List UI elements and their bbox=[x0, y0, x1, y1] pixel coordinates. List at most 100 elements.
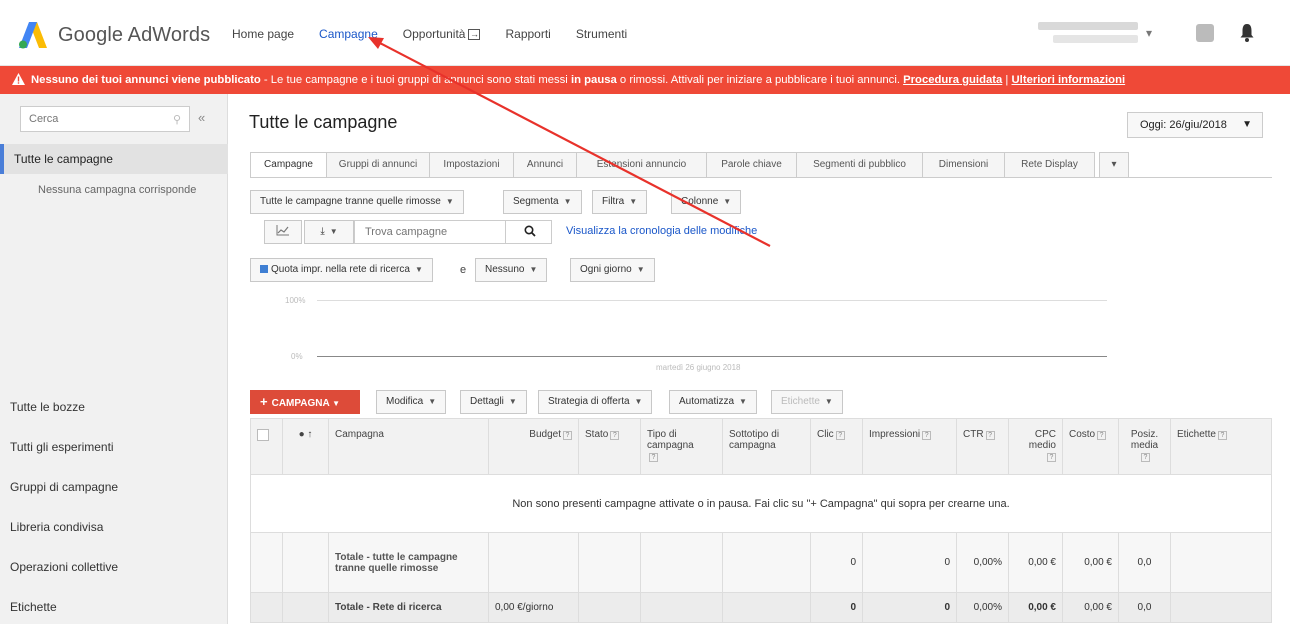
segment-dropdown[interactable]: Segmenta ▼ bbox=[503, 190, 582, 214]
tab-dimensions[interactable]: Dimensioni bbox=[923, 152, 1005, 178]
search-icon bbox=[523, 225, 536, 237]
metric-conjunction: e bbox=[460, 264, 467, 276]
adwords-logo[interactable]: Google AdWords bbox=[18, 20, 210, 50]
tab-settings[interactable]: Impostazioni bbox=[430, 152, 514, 178]
col-campaign-subtype[interactable]: Sottotipo di campagna bbox=[722, 418, 811, 475]
tab-ad-extensions[interactable]: Estensioni annuncio bbox=[577, 152, 707, 178]
view-tabs: Campagne Gruppi di annunci Impostazioni … bbox=[250, 152, 1129, 178]
col-campaign[interactable]: Campagna bbox=[328, 418, 489, 475]
metric2-label: Nessuno bbox=[485, 264, 525, 275]
total-cell-empty bbox=[250, 592, 283, 623]
more-info-link[interactable]: Ulteriori informazioni bbox=[1012, 74, 1126, 86]
select-all-cell bbox=[250, 418, 283, 475]
col-clicks[interactable]: Clic? bbox=[810, 418, 863, 475]
metric1-dropdown[interactable]: Quota impr. nella rete di ricerca ▼ bbox=[250, 258, 433, 282]
nav-opportunita[interactable]: Opportunità → bbox=[403, 27, 481, 41]
find-search-button[interactable] bbox=[505, 220, 553, 244]
help-icon[interactable]: ? bbox=[1097, 431, 1107, 440]
nav-strumenti[interactable]: Strumenti bbox=[576, 27, 627, 41]
tab-campagne[interactable]: Campagne bbox=[250, 152, 327, 178]
top-nav: Home page Campagne Opportunità → Rapporti… bbox=[232, 27, 652, 41]
help-icon[interactable]: ? bbox=[922, 431, 932, 440]
total-label: Totale - tutte le campagne tranne quelle… bbox=[328, 532, 489, 593]
granularity-dropdown[interactable]: Ogni giorno ▼ bbox=[570, 258, 655, 282]
col-labels[interactable]: Etichette? bbox=[1170, 418, 1272, 475]
status-filter-dropdown[interactable]: Tutte le campagne tranne quelle rimosse ▼ bbox=[250, 190, 464, 214]
sidebar-item-bulk-operations[interactable]: Operazioni collettive bbox=[10, 560, 118, 574]
notification-bell-icon[interactable] bbox=[1240, 22, 1254, 42]
sidebar-search-input[interactable] bbox=[21, 107, 151, 131]
settings-gear-icon[interactable] bbox=[1196, 24, 1214, 42]
sidebar-item-campaign-groups[interactable]: Gruppi di campagne bbox=[10, 480, 118, 494]
col-ctr[interactable]: CTR? bbox=[956, 418, 1009, 475]
chevron-down-icon: ▼ bbox=[636, 265, 645, 274]
sidebar-item-labels[interactable]: Etichette bbox=[10, 600, 57, 614]
nav-campagne-label: Campagne bbox=[319, 27, 378, 41]
tab-more-button[interactable]: ▾ bbox=[1099, 152, 1129, 178]
total-search-clicks: 0 bbox=[810, 592, 863, 623]
chart-toggle-button[interactable] bbox=[264, 220, 302, 244]
sidebar-item-drafts[interactable]: Tutte le bozze bbox=[10, 400, 85, 414]
sidebar-item-shared-library[interactable]: Libreria condivisa bbox=[10, 520, 103, 534]
guided-procedure-link[interactable]: Procedura guidata bbox=[903, 74, 1002, 86]
col-avg-position[interactable]: Posiz. media? bbox=[1118, 418, 1171, 475]
total-subtype bbox=[722, 532, 811, 593]
help-icon[interactable]: ? bbox=[1141, 453, 1150, 462]
account-selector[interactable]: ▾ bbox=[1038, 20, 1158, 46]
col-avg-cpc-label: CPC medio bbox=[1028, 429, 1056, 451]
automate-label: Automatizza bbox=[679, 396, 735, 407]
chevron-down-icon: ▼ bbox=[529, 265, 538, 274]
nav-opportunita-label: Opportunità bbox=[402, 27, 466, 41]
tab-ad-groups[interactable]: Gruppi di annunci bbox=[327, 152, 430, 178]
chevron-down-icon: ▼ bbox=[329, 227, 338, 236]
details-dropdown[interactable]: Dettagli ▼ bbox=[460, 390, 527, 414]
nav-home[interactable]: Home page bbox=[232, 27, 294, 41]
help-icon[interactable]: ? bbox=[1047, 453, 1056, 462]
filter-dropdown[interactable]: Filtra ▼ bbox=[592, 190, 648, 214]
total-search-status bbox=[578, 592, 641, 623]
download-button[interactable]: ⤓ ▼ bbox=[304, 220, 354, 244]
banner-text-1: - Le tue campagne e i tuoi gruppi di ann… bbox=[260, 74, 571, 86]
change-history-link[interactable]: Visualizza la cronologia delle modifiche bbox=[566, 225, 757, 237]
total-search-ctr: 0,00% bbox=[956, 592, 1009, 623]
bid-strategy-dropdown[interactable]: Strategia di offerta ▼ bbox=[538, 390, 653, 414]
col-impressions[interactable]: Impressioni? bbox=[862, 418, 957, 475]
help-icon[interactable]: ? bbox=[649, 453, 658, 462]
total-budget bbox=[488, 532, 579, 593]
sidebar-item-all-campaigns[interactable]: Tutte le campagne bbox=[0, 144, 228, 174]
plus-icon: + bbox=[260, 394, 268, 409]
select-all-checkbox[interactable] bbox=[257, 429, 269, 441]
col-status[interactable]: Stato? bbox=[578, 418, 641, 475]
help-icon[interactable]: ? bbox=[835, 431, 845, 440]
tab-ads[interactable]: Annunci bbox=[514, 152, 577, 178]
col-avg-cpc[interactable]: CPC medio? bbox=[1008, 418, 1063, 475]
nav-rapporti-label: Rapporti bbox=[505, 27, 551, 41]
col-cost[interactable]: Costo? bbox=[1062, 418, 1119, 475]
chart-x-label: martedì 26 giugno 2018 bbox=[656, 363, 741, 372]
col-budget[interactable]: Budget? bbox=[488, 418, 579, 475]
nav-campagne[interactable]: Campagne bbox=[319, 27, 378, 41]
tab-keywords[interactable]: Parole chiave bbox=[707, 152, 797, 178]
modify-dropdown[interactable]: Modifica ▼ bbox=[376, 390, 447, 414]
total-cost: 0,00 € bbox=[1062, 532, 1119, 593]
help-icon[interactable]: ? bbox=[610, 431, 620, 440]
columns-dropdown[interactable]: Colonne ▼ bbox=[671, 190, 742, 214]
search-icon[interactable]: ⚲ bbox=[173, 113, 181, 126]
sidebar-item-experiments[interactable]: Tutti gli esperimenti bbox=[10, 440, 114, 454]
nav-rapporti[interactable]: Rapporti bbox=[505, 27, 550, 41]
collapse-sidebar-icon[interactable]: « bbox=[198, 110, 205, 125]
tab-display-network[interactable]: Rete Display bbox=[1005, 152, 1095, 178]
chevron-down-icon: ▼ bbox=[824, 397, 833, 406]
date-range-selector[interactable]: Oggi: 26/giu/2018 ▼ bbox=[1127, 112, 1263, 138]
status-sort-cell[interactable]: ● ↑ bbox=[282, 418, 329, 475]
find-campaigns-input[interactable] bbox=[355, 221, 503, 243]
add-campaign-button[interactable]: + CAMPAGNA ▼ bbox=[250, 390, 360, 414]
metric2-dropdown[interactable]: Nessuno ▼ bbox=[475, 258, 548, 282]
col-campaign-type[interactable]: Tipo di campagna? bbox=[640, 418, 723, 475]
help-icon[interactable]: ? bbox=[1217, 431, 1227, 440]
tab-audiences[interactable]: Segmenti di pubblico bbox=[797, 152, 923, 178]
details-label: Dettagli bbox=[470, 396, 504, 407]
help-icon[interactable]: ? bbox=[563, 431, 572, 440]
automate-dropdown[interactable]: Automatizza ▼ bbox=[669, 390, 757, 414]
help-icon[interactable]: ? bbox=[985, 431, 995, 440]
